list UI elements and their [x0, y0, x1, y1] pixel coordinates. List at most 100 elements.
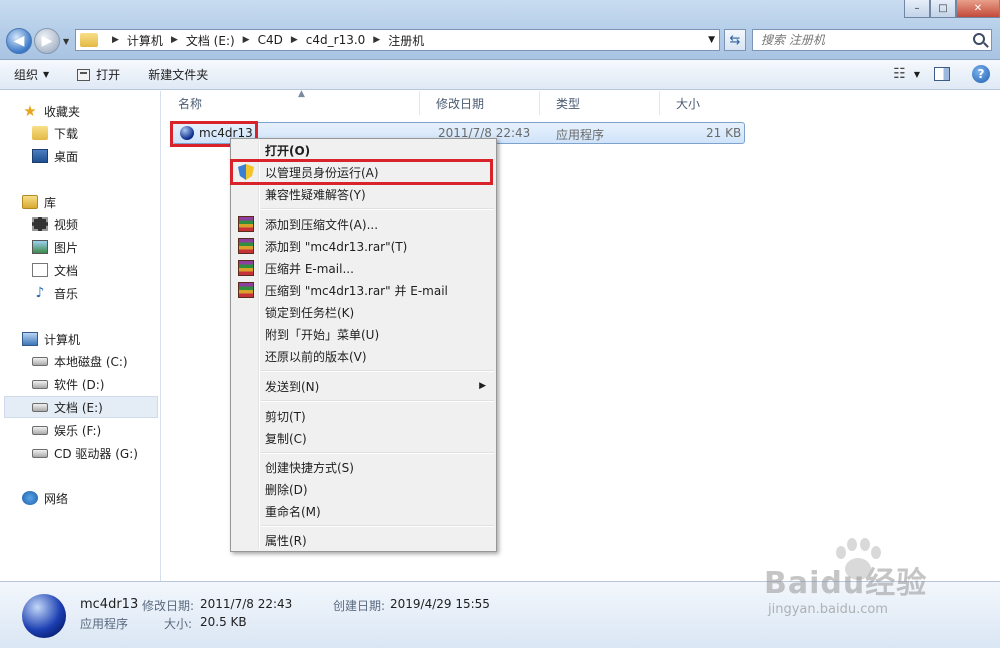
folder-icon: [80, 33, 98, 47]
menu-item-restore-versions[interactable]: 还原以前的版本(V): [233, 345, 494, 367]
maximize-button[interactable]: □: [930, 0, 956, 18]
minimize-button[interactable]: –: [904, 0, 930, 18]
new-folder-button[interactable]: 新建文件夹: [134, 66, 222, 83]
details-file-type: 应用程序: [80, 617, 129, 631]
context-menu: 打开(O) 以管理员身份运行(A) 兼容性疑难解答(Y) 添加到压缩文件(A).…: [230, 138, 497, 552]
title-bar: – □ ✕ ◀ ▶ ▼ ▶ 计算机 ▶ 文档 (E:) ▶ C4D ▶ c4d_r13.…: [0, 0, 1000, 60]
submenu-arrow-icon: ▶: [479, 381, 486, 391]
menu-item-pin-taskbar[interactable]: 锁定到任务栏(K): [233, 301, 494, 323]
document-icon: [32, 263, 48, 277]
nav-drive-g[interactable]: CD 驱动器 (G:): [32, 442, 138, 464]
open-button[interactable]: 打开: [63, 66, 134, 83]
forward-button[interactable]: ▶: [34, 28, 60, 54]
nav-drive-c[interactable]: 本地磁盘 (C:): [32, 350, 128, 372]
details-file-name: mc4dr13: [80, 597, 139, 612]
nav-drive-f[interactable]: 娱乐 (F:): [32, 419, 101, 441]
winrar-icon: [238, 216, 254, 232]
address-bar[interactable]: ▶ 计算机 ▶ 文档 (E:) ▶ C4D ▶ c4d_r13.0 ▶ 注册机 ▼: [75, 29, 720, 51]
network-icon: [22, 491, 38, 505]
picture-icon: [32, 240, 48, 254]
chevron-right-icon: ▶: [373, 35, 381, 45]
details-size-value: 20.5 KB: [200, 615, 247, 629]
menu-item-add-to-rar[interactable]: 添加到 "mc4dr13.rar"(T): [233, 235, 494, 257]
search-box[interactable]: [752, 29, 992, 51]
breadcrumb-item-keygen[interactable]: 注册机: [388, 32, 424, 49]
menu-item-properties[interactable]: 属性(R): [233, 529, 494, 551]
menu-item-delete[interactable]: 删除(D): [233, 478, 494, 500]
menu-item-send-to[interactable]: 发送到(N) ▶: [233, 375, 494, 397]
menu-separator: [261, 400, 494, 402]
menu-separator: [261, 452, 494, 454]
search-input[interactable]: [753, 30, 953, 50]
nav-desktop[interactable]: 桌面: [32, 145, 78, 167]
back-button[interactable]: ◀: [6, 28, 32, 54]
chevron-down-icon: ▼: [43, 70, 50, 79]
menu-item-compress-email[interactable]: 压缩并 E-mail...: [233, 257, 494, 279]
navigation-pane: ★ 收藏夹 下载 桌面 库 视频 图片 文档 ♪ 音乐 计算机 本地磁盘 (C:) …: [0, 91, 161, 581]
chevron-right-icon: ▶: [170, 35, 178, 45]
preview-pane-icon[interactable]: [934, 67, 950, 81]
breadcrumb-item-drive-e[interactable]: 文档 (E:): [186, 32, 235, 49]
chevron-right-icon: ▶: [242, 35, 250, 45]
address-dropdown-icon[interactable]: ▼: [708, 35, 715, 45]
downloads-folder-icon: [32, 126, 48, 140]
window-controls: – □ ✕: [904, 0, 1000, 18]
search-icon[interactable]: [973, 33, 985, 45]
nav-libraries[interactable]: 库: [22, 191, 56, 213]
winrar-icon: [238, 260, 254, 276]
video-icon: [32, 217, 48, 231]
view-options-icon[interactable]: ☷: [893, 66, 906, 82]
menu-item-cut[interactable]: 剪切(T): [233, 405, 494, 427]
watermark-logo-text: Baidu经验: [764, 566, 928, 601]
nav-computer[interactable]: 计算机: [22, 328, 80, 350]
breadcrumb-item-c4d[interactable]: C4D: [258, 33, 283, 47]
menu-item-copy[interactable]: 复制(C): [233, 427, 494, 449]
breadcrumb-item-computer[interactable]: 计算机: [127, 32, 163, 49]
navigation-buttons: ◀ ▶ ▼: [6, 28, 69, 54]
winrar-icon: [238, 238, 254, 254]
nav-downloads[interactable]: 下载: [32, 122, 78, 144]
help-icon[interactable]: ?: [972, 65, 990, 83]
column-header-size[interactable]: 大小: [660, 91, 750, 115]
history-dropdown-icon[interactable]: ▼: [63, 37, 69, 46]
column-header-type[interactable]: 类型: [540, 91, 660, 115]
open-icon: [77, 68, 91, 81]
nav-drive-e[interactable]: 文档 (E:): [32, 396, 103, 418]
computer-icon: [22, 332, 38, 346]
details-modified-value: 2011/7/8 22:43: [200, 597, 293, 611]
chevron-right-icon: ▶: [112, 35, 119, 45]
watermark-url: jingyan.baidu.com: [768, 602, 888, 617]
menu-item-pin-start[interactable]: 附到「开始」菜单(U): [233, 323, 494, 345]
menu-item-create-shortcut[interactable]: 创建快捷方式(S): [233, 456, 494, 478]
menu-separator: [261, 370, 494, 372]
library-icon: [22, 195, 38, 209]
menu-item-compress-rar-email[interactable]: 压缩到 "mc4dr13.rar" 并 E-mail: [233, 279, 494, 301]
column-header-name[interactable]: 名称 ▲: [162, 89, 420, 115]
nav-pictures[interactable]: 图片: [32, 236, 78, 258]
nav-videos[interactable]: 视频: [32, 213, 78, 235]
winrar-icon: [238, 282, 254, 298]
refresh-icon: ⇆: [729, 32, 741, 48]
music-note-icon: ♪: [35, 285, 45, 301]
close-button[interactable]: ✕: [956, 0, 1000, 18]
breadcrumb-item-c4d-r13[interactable]: c4d_r13.0: [306, 33, 366, 47]
details-modified-label: 修改日期:: [142, 599, 195, 613]
refresh-button[interactable]: ⇆: [724, 29, 746, 51]
arrow-right-icon: ▶: [41, 33, 53, 49]
menu-item-open[interactable]: 打开(O): [233, 139, 494, 161]
nav-drive-d[interactable]: 软件 (D:): [32, 373, 104, 395]
details-created-label: 创建日期:: [333, 599, 386, 613]
details-created-value: 2019/4/29 15:55: [390, 597, 490, 611]
nav-music[interactable]: ♪ 音乐: [32, 282, 78, 304]
chevron-right-icon: ▶: [290, 35, 298, 45]
nav-network[interactable]: 网络: [22, 487, 68, 509]
column-header-modified[interactable]: 修改日期: [420, 91, 540, 115]
nav-documents[interactable]: 文档: [32, 259, 78, 281]
menu-separator: [261, 208, 494, 210]
view-dropdown-icon[interactable]: ▼: [914, 70, 920, 79]
menu-item-rename[interactable]: 重命名(M): [233, 500, 494, 522]
menu-item-add-to-archive[interactable]: 添加到压缩文件(A)...: [233, 213, 494, 235]
organize-button[interactable]: 组织 ▼: [0, 66, 63, 83]
nav-favorites[interactable]: ★ 收藏夹: [22, 100, 80, 122]
menu-item-troubleshoot[interactable]: 兼容性疑难解答(Y): [233, 183, 494, 205]
